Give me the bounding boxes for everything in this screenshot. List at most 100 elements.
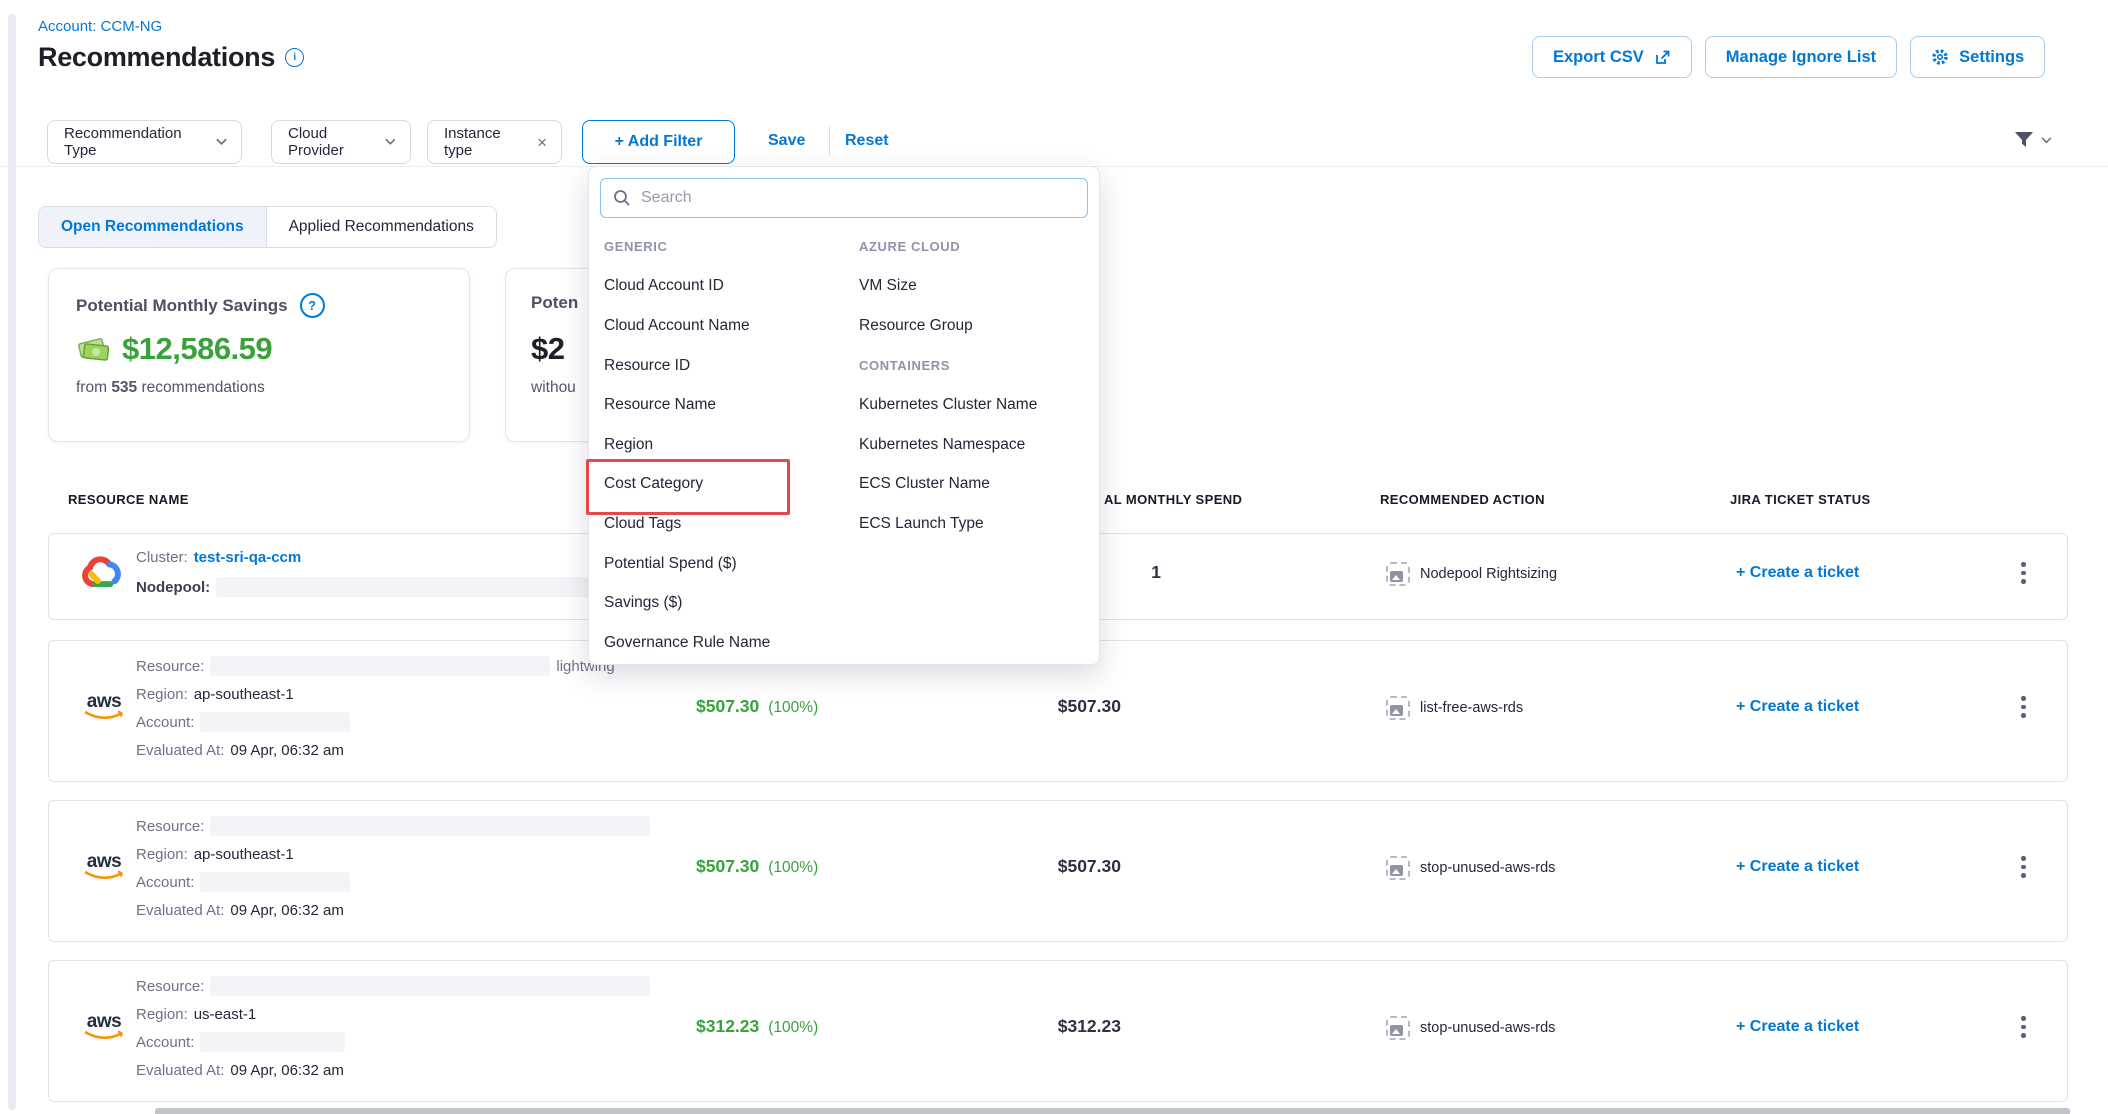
create-ticket-button[interactable]: + Create a ticket — [1736, 1018, 1859, 1036]
dropdown-search — [600, 178, 1088, 218]
dropdown-item-cloud-account-name[interactable]: Cloud Account Name — [604, 306, 770, 346]
row-menu-button[interactable] — [2017, 1012, 2030, 1042]
filter-panel-toggle[interactable] — [2012, 128, 2052, 152]
clipped-card-subtitle: withou — [531, 379, 576, 397]
redacted-resource-value — [210, 816, 650, 836]
column-header-resource-name: RESOURCE NAME — [68, 492, 189, 507]
reset-filter-button[interactable]: Reset — [845, 132, 889, 150]
gcp-icon — [79, 554, 125, 599]
redacted-account-value — [200, 1032, 345, 1052]
column-header-total-monthly-spend: AL MONTHLY SPEND — [1104, 492, 1242, 507]
settings-button[interactable]: Settings — [1910, 36, 2045, 78]
save-filter-button[interactable]: Save — [768, 132, 805, 150]
gear-icon — [1931, 48, 1949, 66]
savings-percent: (100%) — [768, 1019, 818, 1036]
filter-chip-recommendation-type[interactable]: Recommendation Type — [47, 120, 242, 164]
account-label: Account: — [136, 1034, 194, 1051]
dropdown-item-kubernetes-cluster-name[interactable]: Kubernetes Cluster Name — [859, 385, 1037, 425]
potential-savings-value: $507.30(100%) — [696, 696, 818, 717]
savings-subtitle: from 535 recommendations — [76, 379, 265, 397]
export-csv-button[interactable]: Export CSV — [1532, 36, 1692, 78]
savings-card-title: Potential Monthly Savings ? — [76, 293, 325, 318]
create-ticket-button[interactable]: + Create a ticket — [1736, 698, 1859, 716]
dropdown-item-savings[interactable]: Savings ($) — [604, 583, 770, 623]
search-icon — [613, 189, 631, 207]
page-title: Recommendations i — [38, 42, 304, 73]
dropdown-item-potential-spend[interactable]: Potential Spend ($) — [604, 544, 770, 584]
dropdown-item-ecs-cluster-name[interactable]: ECS Cluster Name — [859, 465, 1037, 505]
info-icon[interactable]: i — [285, 48, 304, 67]
region-label: Region: — [136, 846, 188, 863]
close-icon[interactable]: × — [537, 134, 547, 151]
image-placeholder-icon — [1386, 856, 1410, 880]
chevron-down-icon — [216, 138, 227, 146]
monthly-spend-value: $507.30 — [1001, 696, 1121, 717]
dropdown-item-ecs-launch-type[interactable]: ECS Launch Type — [859, 504, 1037, 544]
tab-open-recommendations[interactable]: Open Recommendations — [39, 207, 266, 247]
left-nav-edge — [8, 14, 16, 1110]
create-ticket-button[interactable]: + Create a ticket — [1736, 564, 1859, 582]
add-filter-dropdown: GENERIC Cloud Account ID Cloud Account N… — [588, 166, 1100, 665]
evaluated-at-value: 09 Apr, 06:32 am — [230, 1062, 343, 1079]
filter-chip-cloud-provider[interactable]: Cloud Provider — [271, 120, 411, 164]
region-value: ap-southeast-1 — [194, 846, 294, 863]
filter-chip-instance-type[interactable]: Instance type × — [427, 120, 562, 164]
resource-label: Resource: — [136, 978, 204, 995]
dropdown-item-kubernetes-namespace[interactable]: Kubernetes Namespace — [859, 425, 1037, 465]
redacted-account-value — [200, 712, 350, 732]
chevron-down-icon — [385, 138, 396, 146]
section-title-containers: CONTAINERS — [859, 346, 1037, 386]
row-menu-button[interactable] — [2017, 692, 2030, 722]
dropdown-item-resource-id[interactable]: Resource ID — [604, 346, 770, 386]
add-filter-button[interactable]: + Add Filter — [582, 120, 735, 164]
tab-applied-recommendations[interactable]: Applied Recommendations — [266, 207, 496, 247]
recommendation-row[interactable]: aws Resource: Region: us-east-1 Account:… — [48, 960, 2068, 1102]
aws-icon: aws — [82, 693, 126, 722]
evaluated-at-value: 09 Apr, 06:32 am — [230, 902, 343, 919]
cost-category-highlight-box — [586, 459, 790, 515]
savings-percent: (100%) — [768, 859, 818, 876]
region-label: Region: — [136, 686, 188, 703]
region-value: us-east-1 — [194, 1006, 257, 1023]
funnel-icon — [2012, 128, 2036, 152]
dropdown-item-governance-rule-name[interactable]: Governance Rule Name — [604, 623, 770, 663]
money-icon — [76, 334, 112, 364]
column-header-recommended-action: RECOMMENDED ACTION — [1380, 492, 1545, 507]
account-label: Account: — [136, 714, 194, 731]
recommended-action: Nodepool Rightsizing — [1386, 562, 1557, 586]
nodepool-label: Nodepool: — [136, 579, 210, 596]
row-menu-button[interactable] — [2017, 558, 2030, 588]
cluster-name-link[interactable]: test-sri-qa-ccm — [194, 549, 302, 566]
image-placeholder-icon — [1386, 696, 1410, 720]
cluster-label: Cluster: — [136, 549, 188, 566]
dropdown-item-cloud-account-id[interactable]: Cloud Account ID — [604, 267, 770, 307]
evaluated-at-label: Evaluated At: — [136, 1062, 224, 1079]
dropdown-item-resource-name[interactable]: Resource Name — [604, 385, 770, 425]
dropdown-column-generic: GENERIC Cloud Account ID Cloud Account N… — [604, 227, 770, 663]
evaluated-at-label: Evaluated At: — [136, 902, 224, 919]
dropdown-item-resource-group[interactable]: Resource Group — [859, 306, 1037, 346]
redacted-nodepool-value — [216, 577, 636, 597]
redacted-resource-value — [210, 656, 550, 676]
recommended-action: stop-unused-aws-rds — [1386, 856, 1555, 880]
dropdown-item-vm-size[interactable]: VM Size — [859, 267, 1037, 307]
potential-monthly-savings-card: Potential Monthly Savings ? $12,586.59 f… — [48, 268, 470, 442]
image-placeholder-icon — [1386, 562, 1410, 586]
row-menu-button[interactable] — [2017, 852, 2030, 882]
redacted-account-value — [200, 872, 350, 892]
manage-ignore-list-button[interactable]: Manage Ignore List — [1705, 36, 1897, 78]
region-value: ap-southeast-1 — [194, 686, 294, 703]
search-input[interactable] — [600, 178, 1088, 218]
aws-icon: aws — [82, 1013, 126, 1042]
create-ticket-button[interactable]: + Create a ticket — [1736, 858, 1859, 876]
chevron-down-icon — [2041, 137, 2052, 144]
breadcrumb[interactable]: Account: CCM-NG — [38, 18, 162, 35]
header-actions: Export CSV Manage Ignore List Settings — [1532, 36, 2045, 78]
resource-label: Resource: — [136, 658, 204, 675]
bottom-edge-band — [155, 1108, 2070, 1114]
clipped-card-title: Poten — [531, 293, 578, 313]
divider — [829, 126, 830, 156]
help-icon[interactable]: ? — [300, 293, 325, 318]
recommendation-row[interactable]: aws Resource: Region: ap-southeast-1 Acc… — [48, 800, 2068, 942]
recommendations-tabs: Open Recommendations Applied Recommendat… — [38, 206, 497, 248]
